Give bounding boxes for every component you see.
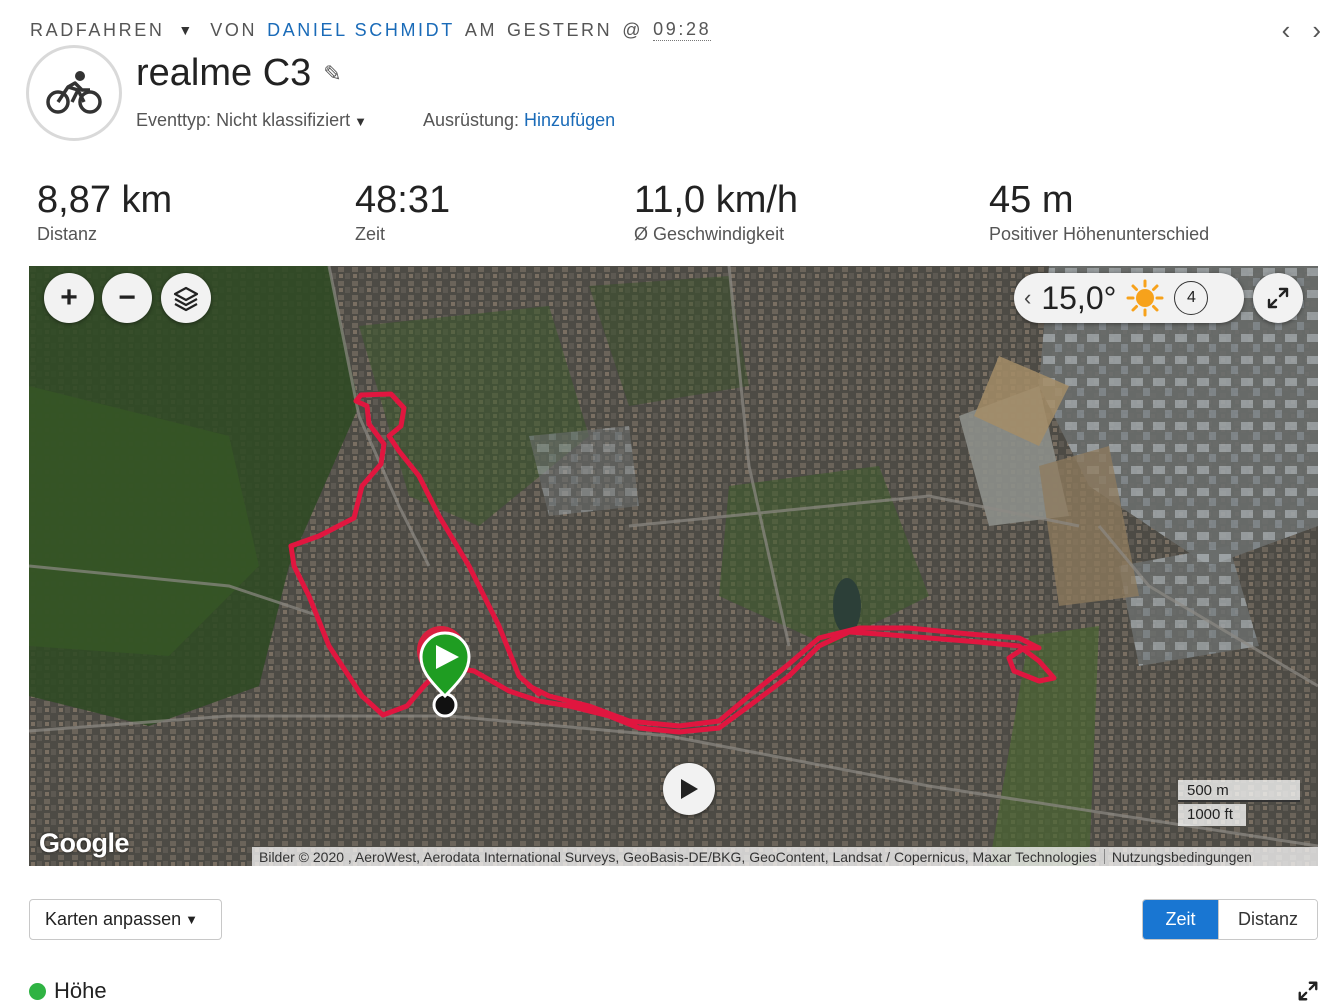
stat-value: 11,0 km/h bbox=[634, 179, 799, 221]
stat-label: Ø Geschwindigkeit bbox=[634, 224, 785, 244]
scale-metric: 500 m bbox=[1178, 780, 1300, 802]
google-logo: Google bbox=[39, 828, 130, 858]
at-label: @ bbox=[622, 19, 644, 40]
by-label: von bbox=[210, 19, 258, 40]
route-playback-button[interactable] bbox=[663, 763, 715, 815]
event-type-select[interactable]: Nicht klassifiziert bbox=[216, 110, 350, 130]
toggle-distance[interactable]: Distanz bbox=[1218, 900, 1317, 939]
legend-label: Höhe bbox=[54, 978, 107, 1003]
chevron-left-icon[interactable]: ‹ bbox=[1024, 285, 1031, 311]
chart-legend: Höhe bbox=[29, 978, 107, 1004]
stat-value: 8,87 km bbox=[37, 179, 173, 221]
temperature: 15,0° bbox=[1041, 279, 1117, 316]
activity-type-avatar bbox=[26, 45, 122, 141]
adjust-maps-button[interactable]: Karten anpassen ▼ bbox=[29, 899, 222, 940]
terms-link[interactable]: Nutzungsbedingungen bbox=[1105, 849, 1259, 865]
event-type: Eventtyp: Nicht klassifiziert ▼ bbox=[136, 110, 367, 131]
add-equipment-link[interactable]: Hinzufügen bbox=[524, 110, 615, 130]
stat-time: 48:31 Zeit bbox=[355, 178, 450, 245]
pencil-icon[interactable]: ✎ bbox=[323, 61, 341, 87]
expand-icon bbox=[1267, 287, 1289, 309]
zoom-out-button[interactable]: − bbox=[102, 273, 152, 323]
stat-label: Zeit bbox=[355, 224, 386, 244]
stat-elevation-gain: 45 m Positiver Höhenunterschied bbox=[989, 178, 1209, 245]
layers-icon bbox=[173, 286, 199, 312]
activity-type[interactable]: Radfahren bbox=[30, 20, 164, 41]
attribution-text: Bilder © 2020 , AeroWest, Aerodata Inter… bbox=[259, 848, 1097, 865]
activity-header: Radfahren ▼ von Daniel Schmidt am gester… bbox=[30, 18, 712, 42]
activity-title: realme C3 ✎ bbox=[136, 52, 342, 95]
wind-speed: 4 bbox=[1174, 281, 1209, 315]
expand-icon[interactable] bbox=[1297, 980, 1319, 1006]
stat-value: 45 m bbox=[989, 179, 1074, 221]
scale-imperial: 1000 ft bbox=[1178, 804, 1246, 826]
caret-down-icon[interactable]: ▼ bbox=[354, 114, 367, 129]
on-label: am bbox=[464, 19, 498, 40]
chevron-left-icon[interactable]: ‹ bbox=[1282, 16, 1291, 44]
equipment: Ausrüstung: Hinzufügen bbox=[423, 110, 615, 131]
chevron-right-icon[interactable]: › bbox=[1312, 16, 1321, 44]
map-view[interactable]: + − ‹ 15,0° 4 500 m 1000 ft Google Bilde… bbox=[29, 266, 1318, 866]
stat-label: Distanz bbox=[37, 224, 98, 244]
zoom-in-button[interactable]: + bbox=[44, 273, 94, 323]
weather-widget: ‹ 15,0° 4 bbox=[1014, 273, 1244, 323]
date-label: gestern bbox=[507, 19, 613, 40]
bicycle-icon bbox=[46, 71, 102, 114]
axis-toggle: Zeit Distanz bbox=[1142, 899, 1318, 940]
stat-distance: 8,87 km Distanz bbox=[37, 178, 172, 245]
activity-meta: Eventtyp: Nicht klassifiziert ▼ Ausrüstun… bbox=[136, 110, 615, 131]
play-icon bbox=[681, 779, 698, 799]
user-link[interactable]: Daniel Schmidt bbox=[267, 20, 455, 41]
map-attribution: Bilder © 2020 , AeroWest, Aerodata Inter… bbox=[252, 847, 1318, 866]
event-type-label: Eventtyp: bbox=[136, 110, 212, 130]
equipment-label: Ausrüstung: bbox=[422, 110, 520, 130]
legend-dot bbox=[29, 982, 46, 1000]
toggle-time[interactable]: Zeit bbox=[1143, 900, 1218, 939]
adjust-maps-label: Karten anpassen bbox=[45, 909, 182, 929]
activity-name[interactable]: realme C3 bbox=[136, 52, 311, 95]
map-layers-button[interactable] bbox=[161, 273, 211, 323]
activity-time: 09:28 bbox=[653, 19, 712, 41]
caret-down-icon: ▼ bbox=[185, 912, 198, 927]
stat-value: 48:31 bbox=[355, 179, 451, 221]
activity-navigation: ‹ › bbox=[1282, 16, 1321, 44]
map-scale: 500 m 1000 ft bbox=[1178, 780, 1300, 828]
activity-type-dropdown-icon[interactable]: ▼ bbox=[178, 22, 192, 38]
fullscreen-button[interactable] bbox=[1253, 273, 1303, 323]
stat-label: Positiver Höhenunterschied bbox=[989, 224, 1210, 244]
sun-icon bbox=[1126, 279, 1164, 317]
stat-avg-speed: 11,0 km/h Ø Geschwindigkeit bbox=[634, 178, 798, 245]
